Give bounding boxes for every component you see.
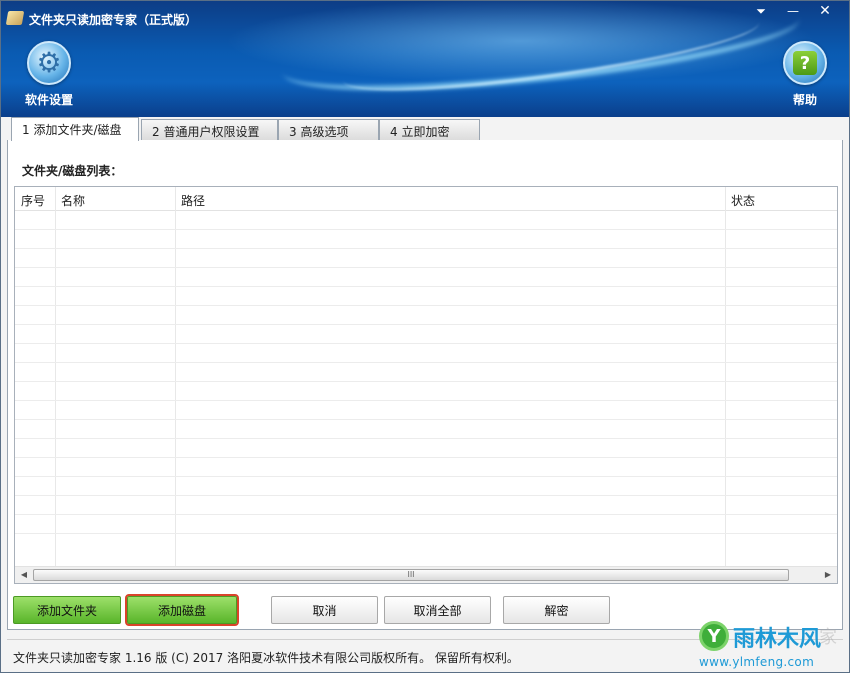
add-disk-button[interactable]: 添加磁盘 — [125, 594, 239, 626]
menu-dropdown-icon[interactable]: ⏷ — [745, 1, 777, 21]
header-banner: 文件夹只读加密专家（正式版） ⏷ — ✕ ⚙ 软件设置 ? 帮助 — [1, 1, 849, 117]
decrypt-button[interactable]: 解密 — [503, 596, 610, 624]
list-label: 文件夹/磁盘列表： — [22, 164, 123, 178]
column-header-index[interactable]: 序号 — [21, 192, 45, 209]
close-button[interactable]: ✕ — [809, 1, 841, 21]
cancel-button[interactable]: 取消 — [271, 596, 378, 624]
help-label: 帮助 — [792, 93, 817, 107]
help-button[interactable]: ? 帮助 — [783, 41, 827, 108]
watermark-logo: Y 雨林木风 www.ylmfeng.com 家 — [695, 617, 845, 672]
settings-button[interactable]: ⚙ 软件设置 — [25, 41, 73, 108]
add-folder-button[interactable]: 添加文件夹 — [13, 596, 121, 624]
tab-advanced-options[interactable]: 3 高级选项 — [278, 119, 379, 140]
tab-panel: 文件夹/磁盘列表： 序号 名称 路径 状态 ◀ III ▶ — [7, 140, 843, 630]
status-bar-text: 文件夹只读加密专家 1.16 版 (C) 2017 洛阳夏冰软件技术有限公司版权… — [13, 651, 519, 665]
list-header: 序号 名称 路径 状态 — [15, 187, 837, 211]
column-header-path[interactable]: 路径 — [181, 192, 205, 209]
window-title: 文件夹只读加密专家（正式版） — [29, 13, 198, 27]
scroll-left-icon[interactable]: ◀ — [17, 569, 31, 581]
gear-icon: ⚙ — [27, 41, 71, 85]
tab-user-permissions[interactable]: 2 普通用户权限设置 — [141, 119, 278, 140]
watermark-leaf-icon: Y — [699, 621, 729, 651]
tab-bar: 1 添加文件夹/磁盘 2 普通用户权限设置 3 高级选项 4 立即加密 — [7, 117, 843, 141]
minimize-button[interactable]: — — [777, 1, 809, 21]
horizontal-scrollbar[interactable]: ◀ III ▶ — [15, 566, 837, 583]
column-header-name[interactable]: 名称 — [61, 192, 85, 209]
watermark-ghost-text: 家 — [819, 627, 837, 648]
scroll-right-icon[interactable]: ▶ — [821, 569, 835, 581]
app-icon — [5, 11, 25, 25]
list-rows-empty — [15, 211, 837, 551]
app-window: 文件夹只读加密专家（正式版） ⏷ — ✕ ⚙ 软件设置 ? 帮助 1 添加文件夹… — [0, 0, 850, 673]
folder-disk-list[interactable]: 序号 名称 路径 状态 ◀ III ▶ — [14, 186, 838, 584]
watermark-url: www.ylmfeng.com — [699, 655, 815, 669]
help-icon: ? — [783, 41, 827, 85]
window-controls: ⏷ — ✕ — [745, 1, 841, 21]
cancel-all-button[interactable]: 取消全部 — [384, 596, 491, 624]
scroll-thumb[interactable]: III — [33, 569, 789, 581]
tab-add-folder-disk[interactable]: 1 添加文件夹/磁盘 — [11, 117, 139, 141]
tab-encrypt-now[interactable]: 4 立即加密 — [379, 119, 480, 140]
settings-label: 软件设置 — [25, 93, 74, 107]
column-header-status[interactable]: 状态 — [731, 192, 755, 209]
watermark-name: 雨林木风 — [733, 627, 822, 652]
